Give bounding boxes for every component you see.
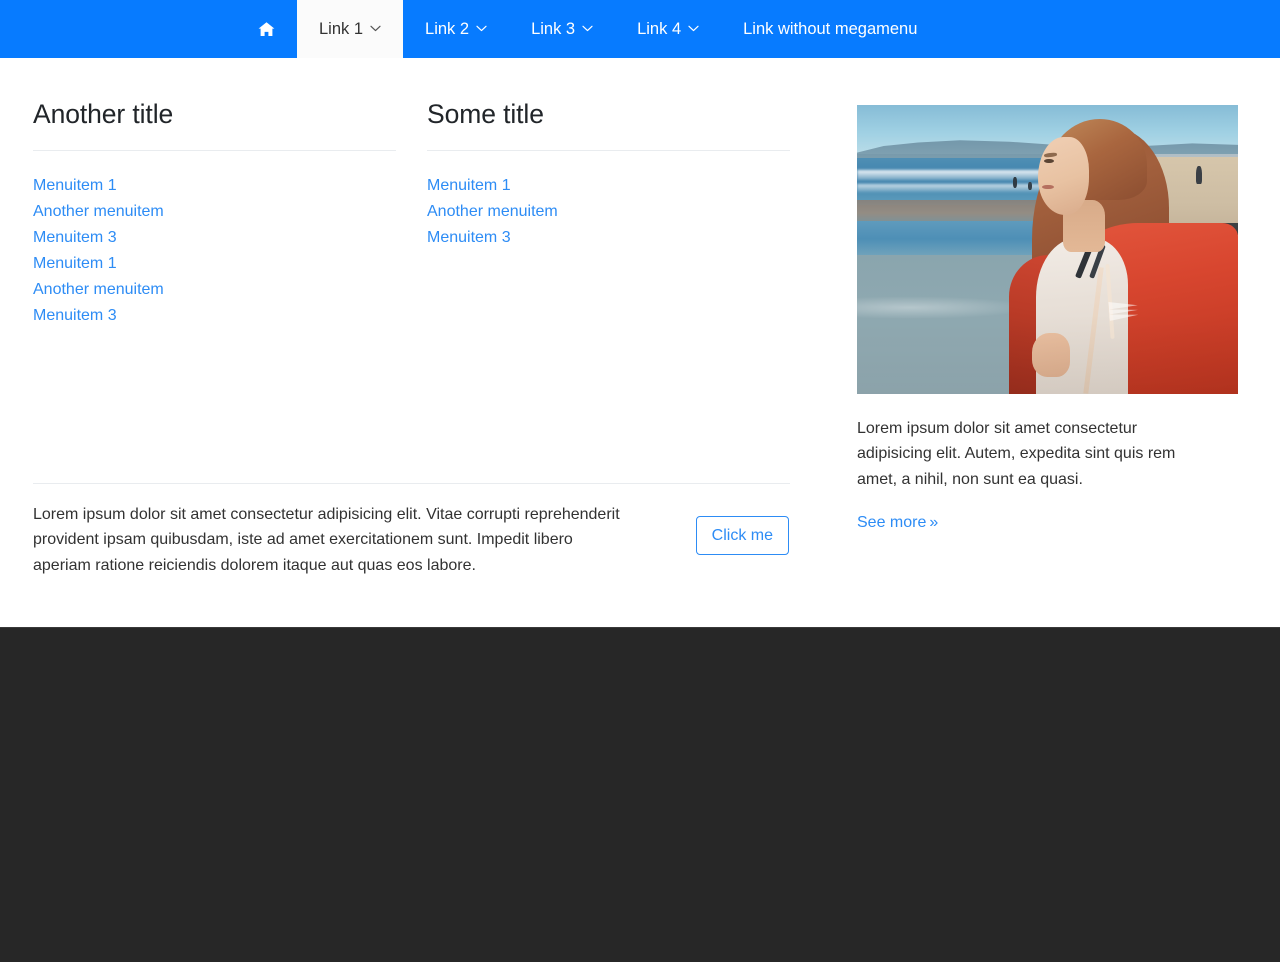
- nav-item-label: Link 2: [425, 19, 470, 38]
- megamenu-panel: Another title Menuitem 1 Another menuite…: [0, 58, 1280, 627]
- list-item: Another menuitem: [427, 199, 790, 225]
- page-root: Link 1 Link 2 Link 3 Link 4 Link without…: [0, 0, 1280, 962]
- menu-link[interactable]: Menuitem 3: [33, 303, 396, 329]
- list-item: Menuitem 3: [33, 225, 396, 251]
- see-more-label: See more: [857, 513, 927, 531]
- list-item: Another menuitem: [33, 277, 396, 303]
- home-icon: [258, 21, 275, 37]
- column-b-title: Some title: [427, 99, 544, 129]
- chevron-down-icon: [582, 25, 593, 32]
- list-item: Menuitem 3: [427, 225, 790, 251]
- megamenu-column-some-title: Some title Menuitem 1 Another menuitem M…: [427, 98, 790, 251]
- list-item: Menuitem 3: [33, 303, 396, 329]
- megamenu-column-featured: Lorem ipsum dolor sit amet consectetur a…: [857, 105, 1238, 532]
- nav-item-link-1[interactable]: Link 1: [297, 0, 404, 58]
- chevron-down-icon: [370, 25, 381, 32]
- beach-photo-illustration: [857, 105, 1238, 394]
- column-a-menu-list: Menuitem 1 Another menuitem Menuitem 3 M…: [33, 173, 396, 329]
- menu-link[interactable]: Another menuitem: [427, 199, 790, 225]
- menu-link[interactable]: Menuitem 1: [33, 251, 396, 277]
- page-footer: [0, 627, 1280, 962]
- featured-image: [857, 105, 1238, 394]
- list-item: Menuitem 1: [33, 173, 396, 199]
- list-item: Menuitem 1: [33, 251, 396, 277]
- menu-link[interactable]: Menuitem 1: [427, 173, 790, 199]
- menu-link[interactable]: Another menuitem: [33, 199, 396, 225]
- menu-link[interactable]: Menuitem 3: [427, 225, 790, 251]
- main-navbar: Link 1 Link 2 Link 3 Link 4 Link without…: [0, 0, 1280, 58]
- see-more-link[interactable]: See more»: [857, 513, 939, 531]
- chevron-down-icon: [476, 25, 487, 32]
- featured-caption: Lorem ipsum dolor sit amet consectetur a…: [857, 420, 1176, 488]
- nav-item-link-4[interactable]: Link 4: [615, 0, 721, 58]
- list-item: Menuitem 1: [427, 173, 790, 199]
- nav-item-label: Link 4: [637, 19, 682, 38]
- column-b-divider: [427, 150, 790, 152]
- nav-item-label: Link without megamenu: [743, 19, 918, 38]
- list-item: Another menuitem: [33, 199, 396, 225]
- chevron-down-icon: [688, 25, 699, 32]
- column-b-menu-list: Menuitem 1 Another menuitem Menuitem 3: [427, 173, 790, 251]
- menu-link[interactable]: Menuitem 3: [33, 225, 396, 251]
- nav-item-link-2[interactable]: Link 2: [403, 0, 509, 58]
- megamenu-column-another-title: Another title Menuitem 1 Another menuite…: [33, 98, 396, 329]
- megamenu-bottom-row: Lorem ipsum dolor sit amet consectetur a…: [33, 502, 790, 578]
- navbar-left-spacer: [0, 0, 236, 58]
- column-a-divider: [33, 150, 396, 152]
- nav-item-link-3[interactable]: Link 3: [509, 0, 615, 58]
- click-me-button[interactable]: Click me: [695, 516, 789, 555]
- double-chevron-right-icon: »: [929, 513, 939, 531]
- menu-link[interactable]: Another menuitem: [33, 277, 396, 303]
- nav-item-link-without-megamenu[interactable]: Link without megamenu: [721, 0, 939, 58]
- megamenu-bottom-divider: [33, 483, 790, 484]
- menu-link[interactable]: Menuitem 1: [33, 173, 396, 199]
- nav-home-link[interactable]: [236, 0, 297, 58]
- nav-item-label: Link 1: [319, 19, 364, 38]
- column-a-title: Another title: [33, 99, 174, 129]
- nav-item-label: Link 3: [531, 19, 576, 38]
- megamenu-bottom-text: Lorem ipsum dolor sit amet consectetur a…: [33, 506, 620, 574]
